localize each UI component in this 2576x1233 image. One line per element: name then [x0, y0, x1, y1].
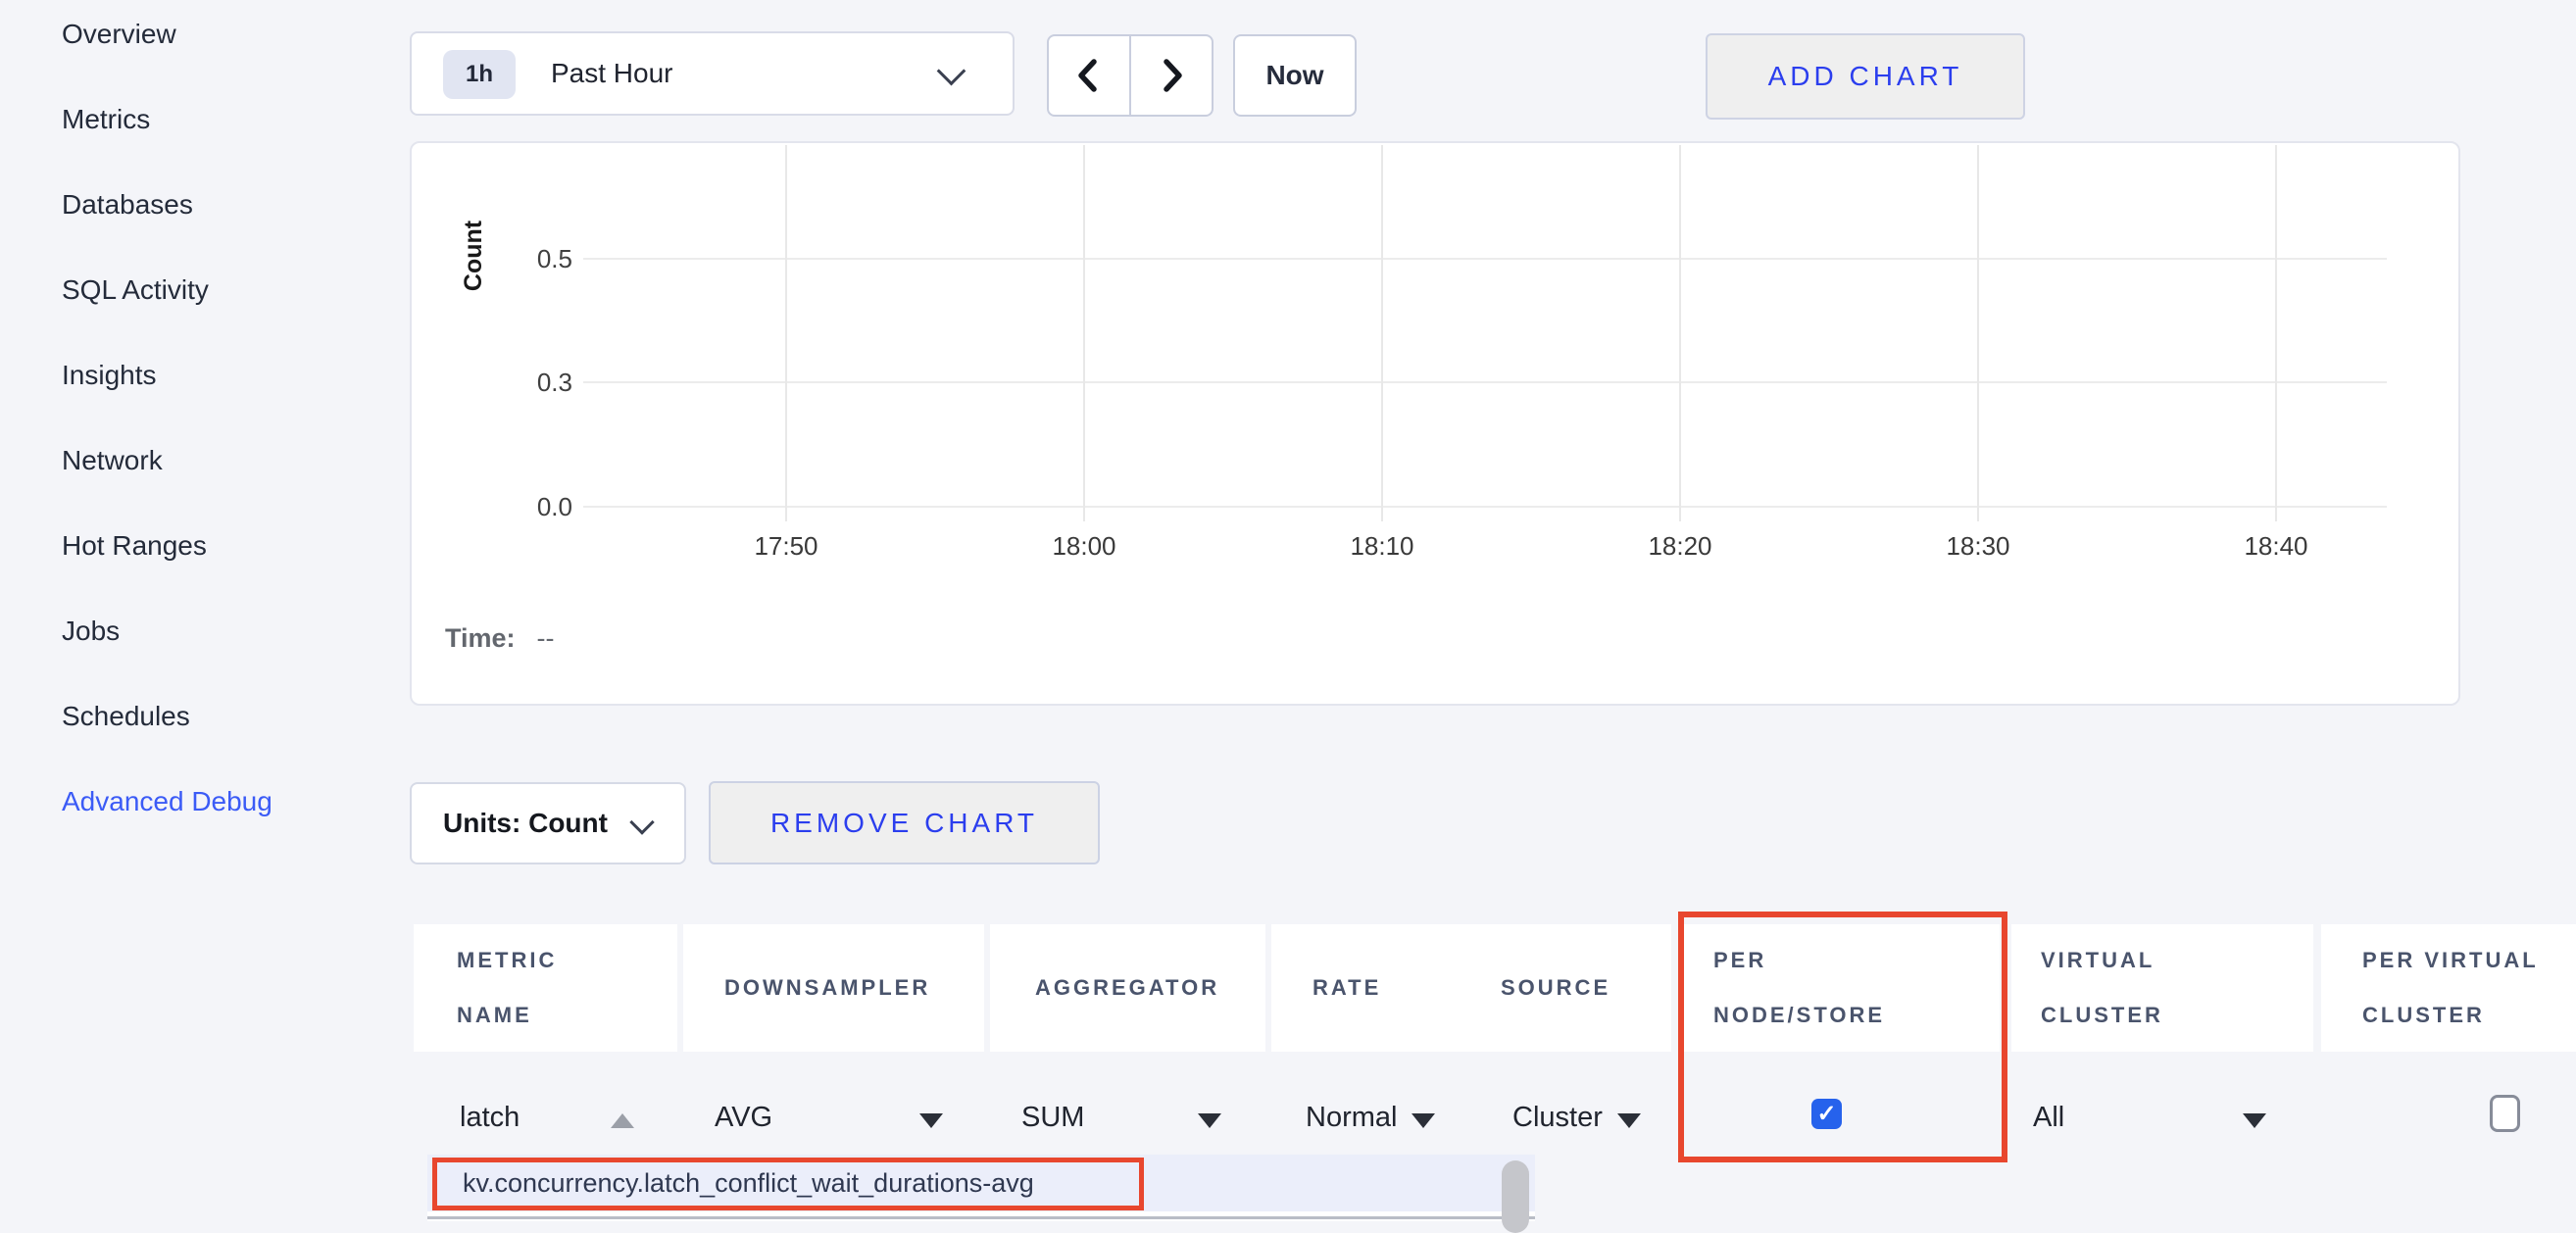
y-tick-label: 0.0	[494, 491, 572, 522]
column-header-rate: RATE	[1271, 924, 1468, 1052]
caret-down-icon[interactable]	[1412, 1113, 1435, 1128]
chart-card: Count 0.5 0.3 0.0 17:50 18:00 18:10 18:2…	[410, 141, 2460, 706]
metric-dropdown-option[interactable]: kv.concurrency.latch_conflict_wait_durat…	[463, 1168, 1034, 1199]
sidebar-item-advanced-debug[interactable]: Advanced Debug	[62, 784, 356, 819]
column-header-per-node-store: PERNODE/STORE	[1684, 924, 2000, 1052]
sidebar-item-jobs[interactable]: Jobs	[62, 614, 356, 649]
chevron-down-icon	[629, 810, 654, 834]
x-tick-label: 17:50	[718, 531, 855, 562]
caret-down-icon[interactable]	[2243, 1113, 2266, 1128]
virtual-cluster-select[interactable]: All	[2033, 1102, 2064, 1134]
source-select[interactable]: Cluster	[1512, 1102, 1603, 1134]
column-header-source: SOURCE	[1465, 924, 1671, 1052]
chart-plot-area[interactable]	[583, 145, 2387, 521]
chevron-right-icon	[1155, 57, 1188, 94]
units-label: Units: Count	[443, 784, 608, 863]
y-tick-label: 0.3	[494, 367, 572, 398]
remove-chart-button[interactable]: REMOVE CHART	[709, 781, 1100, 864]
caret-down-icon[interactable]	[919, 1113, 943, 1128]
next-time-window-button[interactable]	[1131, 36, 1212, 115]
add-chart-button[interactable]: ADD CHART	[1706, 33, 2025, 120]
per-virtual-cluster-checkbox[interactable]	[2490, 1095, 2520, 1132]
aggregator-select[interactable]: SUM	[1021, 1102, 1084, 1134]
sidebar-item-metrics[interactable]: Metrics	[62, 102, 356, 137]
chevron-left-icon	[1072, 57, 1106, 94]
hover-time-readout: Time: --	[445, 623, 555, 654]
time-value: --	[537, 623, 555, 653]
y-tick-label: 0.5	[494, 243, 572, 274]
sidebar-item-hot-ranges[interactable]: Hot Ranges	[62, 528, 356, 564]
column-header-downsampler: DOWNSAMPLER	[683, 924, 984, 1052]
column-header-aggregator: AGGREGATOR	[990, 924, 1265, 1052]
caret-down-icon[interactable]	[1617, 1113, 1641, 1128]
sidebar-item-databases[interactable]: Databases	[62, 187, 356, 222]
sidebar-item-sql-activity[interactable]: SQL Activity	[62, 272, 356, 308]
x-tick-label: 18:10	[1313, 531, 1451, 562]
dropdown-scrollbar[interactable]	[1502, 1160, 1529, 1233]
time-range-select[interactable]: 1h Past Hour	[410, 31, 1015, 116]
previous-time-window-button[interactable]	[1049, 36, 1131, 115]
per-node-store-checkbox[interactable]	[1811, 1099, 1842, 1129]
sidebar-item-network[interactable]: Network	[62, 443, 356, 478]
sidebar-item-overview[interactable]: Overview	[62, 17, 356, 52]
x-tick-label: 18:30	[1909, 531, 2047, 562]
sidebar: Overview Metrics Databases SQL Activity …	[62, 17, 356, 869]
rate-select[interactable]: Normal	[1306, 1102, 1397, 1134]
column-header-per-virtual-cluster: PER VIRTUALCLUSTER	[2321, 924, 2576, 1052]
column-header-metric-name: METRICNAME	[414, 924, 677, 1052]
sidebar-item-schedules[interactable]: Schedules	[62, 699, 356, 734]
column-header-virtual-cluster: VIRTUALCLUSTER	[2011, 924, 2313, 1052]
caret-down-icon[interactable]	[1198, 1113, 1221, 1128]
x-tick-label: 18:00	[1016, 531, 1153, 562]
metric-name-input[interactable]: latch	[460, 1102, 520, 1134]
x-tick-label: 18:40	[2207, 531, 2345, 562]
chevron-down-icon	[937, 57, 966, 86]
now-button[interactable]: Now	[1233, 34, 1357, 117]
downsampler-select[interactable]: AVG	[715, 1102, 772, 1134]
sidebar-item-insights[interactable]: Insights	[62, 358, 356, 393]
units-select[interactable]: Units: Count	[410, 782, 686, 864]
x-tick-label: 18:20	[1611, 531, 1749, 562]
time-window-arrows	[1047, 34, 1214, 117]
caret-up-icon[interactable]	[611, 1113, 634, 1128]
time-range-badge: 1h	[443, 50, 516, 99]
dropdown-separator	[427, 1216, 1535, 1219]
time-range-label: Past Hour	[551, 33, 673, 114]
time-label: Time:	[445, 623, 516, 653]
